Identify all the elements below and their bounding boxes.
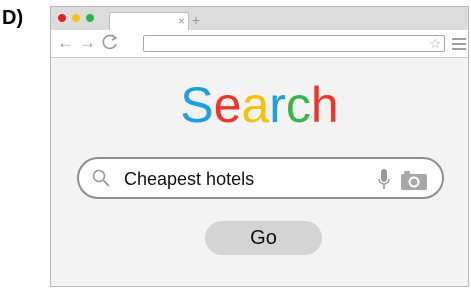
new-tab-button[interactable]: + [192,11,200,29]
search-logo: Search [51,77,468,133]
minimize-window-button[interactable] [72,14,80,22]
logo-letter: S [180,77,214,133]
close-window-button[interactable] [58,14,66,22]
address-bar[interactable]: ☆ [143,35,445,52]
browser-toolbar: ← → ☆ [51,30,468,58]
logo-letter: a [241,77,270,133]
title-bar: × + [51,7,468,30]
star-icon[interactable]: ☆ [429,35,441,52]
camera-icon[interactable] [399,169,429,191]
logo-letter: h [310,77,339,133]
page-content: Search Cheapest hotels Go [51,58,468,286]
search-input[interactable]: Cheapest hotels [77,157,444,199]
microphone-icon[interactable] [376,168,392,192]
reload-icon[interactable] [101,33,119,57]
close-tab-icon[interactable]: × [178,13,185,30]
panel-label: D) [2,7,24,29]
browser-tab[interactable]: × [109,12,189,30]
back-arrow-icon[interactable]: ← [57,33,74,53]
forward-arrow-icon[interactable]: → [79,33,96,53]
search-query-text: Cheapest hotels [124,169,255,189]
browser-window: × + ← → ☆ Search Cheapest hotels Go [50,6,469,287]
go-button[interactable]: Go [205,221,322,255]
logo-letter: e [213,77,242,133]
maximize-window-button[interactable] [86,14,94,22]
logo-letter: r [269,77,286,133]
search-icon[interactable] [92,169,110,187]
logo-letter: c [285,77,311,133]
hamburger-menu-icon[interactable] [452,38,466,50]
